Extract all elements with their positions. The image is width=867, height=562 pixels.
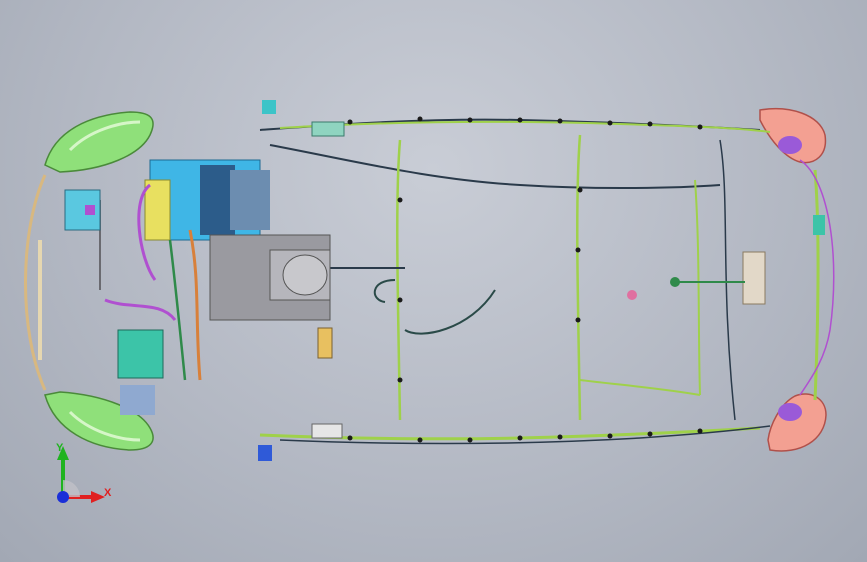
fuse-panel[interactable] bbox=[144, 179, 171, 241]
front-connector-purple[interactable] bbox=[85, 205, 95, 215]
x-axis-label: X bbox=[104, 487, 112, 499]
radiator-dark-block[interactable] bbox=[200, 165, 235, 235]
floor-harness-rear[interactable] bbox=[579, 379, 701, 396]
coolant-connector[interactable] bbox=[262, 100, 276, 114]
alternator[interactable] bbox=[282, 254, 328, 296]
rear-left-taillamp bbox=[759, 108, 827, 164]
floor-harness-center[interactable] bbox=[576, 134, 582, 421]
taillamp-socket bbox=[778, 136, 802, 154]
battery-block[interactable] bbox=[230, 170, 270, 230]
axis-triad: X Y bbox=[48, 440, 118, 510]
trunk-harness[interactable] bbox=[719, 139, 736, 421]
right-kick-panel-connector[interactable] bbox=[311, 423, 343, 439]
taillamp-socket bbox=[778, 403, 802, 421]
floor-harness-right[interactable] bbox=[694, 179, 701, 396]
relay-box[interactable] bbox=[120, 385, 155, 415]
left-body-harness-green[interactable] bbox=[279, 120, 771, 133]
right-body-harness-dark[interactable] bbox=[279, 425, 771, 445]
loose-lead-2[interactable] bbox=[373, 279, 396, 303]
x-axis-arrowhead bbox=[91, 491, 105, 503]
wiring-harness-model[interactable] bbox=[0, 0, 867, 562]
cabin-cross-harness[interactable] bbox=[269, 144, 721, 190]
washer-connector[interactable] bbox=[258, 445, 272, 461]
y-axis-label: Y bbox=[56, 442, 64, 454]
engine-harness-orange[interactable] bbox=[188, 229, 202, 381]
front-bumper-harness[interactable] bbox=[24, 174, 47, 391]
cad-viewport[interactable]: X Y bbox=[0, 0, 867, 562]
rear-lamp-module[interactable] bbox=[742, 251, 766, 305]
loose-lead[interactable] bbox=[404, 289, 496, 335]
rear-module-teal[interactable] bbox=[813, 215, 825, 235]
engine-harness-green[interactable] bbox=[168, 239, 187, 381]
rear-right-taillamp bbox=[767, 393, 827, 452]
ecu-box[interactable] bbox=[117, 329, 164, 379]
mid-ground-point[interactable] bbox=[627, 290, 637, 300]
z-axis-origin bbox=[57, 491, 69, 503]
left-kick-panel-connector[interactable] bbox=[311, 121, 345, 137]
seat-connector[interactable] bbox=[317, 327, 333, 359]
engine-harness-purple[interactable] bbox=[104, 298, 177, 321]
